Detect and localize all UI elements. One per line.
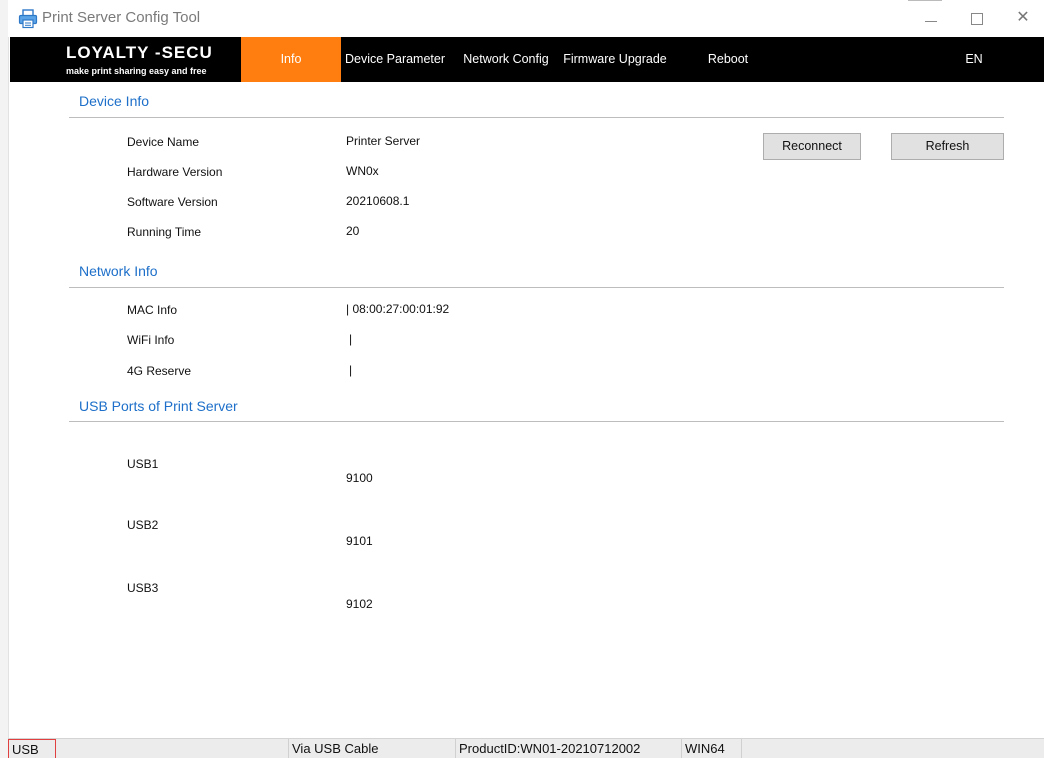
- value-usb1-port: 9100: [346, 471, 373, 485]
- label-wifi-info: WiFi Info: [127, 333, 175, 347]
- section-title-device-info: Device Info: [79, 93, 150, 109]
- minimize-button[interactable]: [908, 3, 954, 33]
- nav-tab-firmware-upgrade[interactable]: Firmware Upgrade: [562, 37, 668, 82]
- nav-tab-reboot[interactable]: Reboot: [698, 37, 758, 82]
- label-hardware-version: Hardware Version: [127, 165, 223, 179]
- label-running-time: Running Time: [127, 225, 202, 239]
- value-mac-info: | 08:00:27:00:01:92: [346, 302, 450, 316]
- label-device-name: Device Name: [127, 135, 200, 149]
- label-usb2: USB2: [127, 518, 159, 532]
- status-connection-method: Via USB Cable: [289, 739, 456, 758]
- status-os-platform: WIN64: [682, 739, 742, 758]
- label-usb1: USB1: [127, 457, 159, 471]
- status-product-id: ProductID:WN01-20210712002: [456, 739, 682, 758]
- value-wifi-info: |: [349, 332, 353, 346]
- title-bar[interactable]: Print Server Config Tool ✕: [8, 0, 1044, 37]
- nav-tab-device-parameter[interactable]: Device Parameter: [343, 37, 447, 82]
- value-usb3-port: 9102: [346, 597, 373, 611]
- maximize-button[interactable]: [954, 3, 1000, 33]
- value-hardware-version: WN0x: [346, 164, 379, 178]
- printer-app-icon: [18, 9, 38, 29]
- value-software-version: 20210608.1: [346, 194, 410, 208]
- status-empty-cell: [65, 739, 289, 758]
- value-4g-reserve: |: [349, 363, 353, 377]
- label-mac-info: MAC Info: [127, 303, 178, 317]
- section-divider-device-info: [69, 117, 1004, 118]
- maximize-icon: [971, 13, 983, 25]
- title-bar-accent-line: [908, 0, 942, 1]
- window-left-edge: [0, 0, 9, 758]
- window-title: Print Server Config Tool: [42, 9, 201, 26]
- section-title-network-info: Network Info: [79, 263, 158, 279]
- reconnect-button[interactable]: Reconnect: [763, 133, 861, 160]
- nav-tab-network-config[interactable]: Network Config: [459, 37, 553, 82]
- section-divider-network-info: [69, 287, 1004, 288]
- status-bar: USB Via USB Cable ProductID:WN01-2021071…: [8, 738, 1044, 758]
- brand-name: LOYALTY -SECU: [66, 43, 213, 62]
- status-connection-type: USB: [8, 739, 56, 758]
- close-icon: ✕: [1016, 9, 1030, 26]
- nav-tab-info[interactable]: Info: [241, 37, 341, 82]
- brand-logo: LOYALTY -SECU make print sharing easy an…: [66, 43, 236, 79]
- refresh-button[interactable]: Refresh: [891, 133, 1004, 160]
- minimize-icon: [925, 21, 937, 22]
- section-title-usb-ports: USB Ports of Print Server: [79, 398, 238, 414]
- value-running-time: 20: [346, 224, 360, 238]
- value-device-name: Printer Server: [346, 134, 421, 148]
- app-window: Print Server Config Tool ✕ LOYALTY -SECU…: [0, 0, 1044, 758]
- top-nav-bar: LOYALTY -SECU make print sharing easy an…: [10, 37, 1044, 82]
- label-usb3: USB3: [127, 581, 159, 595]
- label-software-version: Software Version: [127, 195, 218, 209]
- close-button[interactable]: ✕: [1000, 3, 1044, 33]
- language-selector[interactable]: EN: [956, 37, 992, 82]
- label-4g-reserve: 4G Reserve: [127, 364, 192, 378]
- value-usb2-port: 9101: [346, 534, 373, 548]
- brand-tagline: make print sharing easy and free: [66, 66, 207, 76]
- section-divider-usb-ports: [69, 421, 1004, 422]
